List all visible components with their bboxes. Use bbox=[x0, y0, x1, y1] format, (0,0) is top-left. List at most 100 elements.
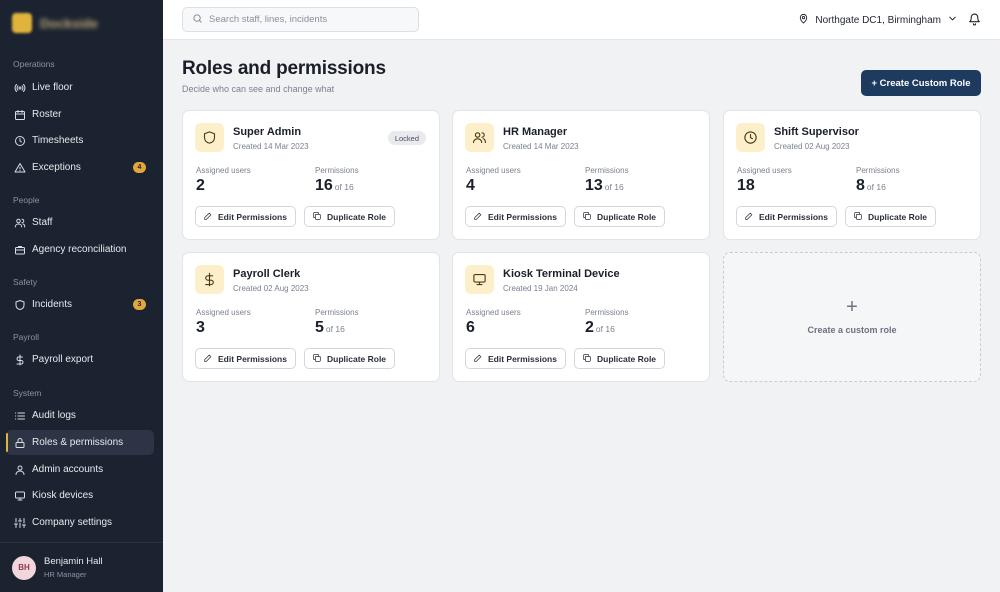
site-name: Northgate DC1, Birmingham bbox=[815, 14, 941, 26]
dollar-icon bbox=[13, 353, 26, 366]
bell-icon[interactable] bbox=[968, 13, 981, 26]
edit-permissions-button[interactable]: Edit Permissions bbox=[465, 206, 566, 227]
permissions-granted: 5 bbox=[315, 319, 324, 336]
duplicate-role-button[interactable]: Duplicate Role bbox=[845, 206, 937, 227]
button-label: Edit Permissions bbox=[759, 211, 828, 222]
duplicate-role-button[interactable]: Duplicate Role bbox=[304, 206, 396, 227]
sidebar-item-exceptions[interactable]: Exceptions 4 bbox=[6, 155, 154, 180]
clock-icon bbox=[736, 123, 765, 152]
create-custom-role-button[interactable]: + Create Custom Role bbox=[861, 70, 981, 96]
permissions-label: Permissions bbox=[585, 308, 629, 317]
permissions-granted: 2 bbox=[585, 319, 594, 336]
permissions-granted: 8 bbox=[856, 177, 865, 194]
search-input[interactable] bbox=[209, 14, 409, 25]
sidebar-item-live-floor[interactable]: Live floor bbox=[6, 75, 154, 100]
copy-icon bbox=[582, 211, 592, 223]
copy-icon bbox=[582, 353, 592, 365]
copy-icon bbox=[312, 211, 322, 223]
user-profile[interactable]: BH Benjamin Hall HR Manager bbox=[0, 542, 163, 592]
sidebar-item-timesheets[interactable]: Timesheets bbox=[6, 128, 154, 153]
site-selector[interactable]: Northgate DC1, Birmingham bbox=[798, 13, 958, 27]
create-custom-role-label: Create a custom role bbox=[807, 325, 897, 335]
assigned-users-label: Assigned users bbox=[196, 166, 251, 175]
duplicate-role-button[interactable]: Duplicate Role bbox=[574, 206, 666, 227]
sidebar-item-roster[interactable]: Roster bbox=[6, 102, 154, 127]
list-icon bbox=[13, 409, 26, 422]
section-label-safety: Safety bbox=[13, 277, 38, 287]
sidebar-item-company-settings[interactable]: Company settings bbox=[6, 510, 154, 535]
role-card: HR Manager Created 14 Mar 2023 Assigned … bbox=[452, 110, 710, 240]
alert-triangle-icon bbox=[13, 161, 26, 174]
pencil-icon bbox=[203, 211, 213, 223]
page-title: Roles and permissions bbox=[182, 58, 386, 79]
role-created-date: Created 19 Jan 2024 bbox=[503, 284, 578, 293]
sidebar-item-staff[interactable]: Staff bbox=[6, 210, 154, 235]
monitor-icon bbox=[13, 489, 26, 502]
edit-permissions-button[interactable]: Edit Permissions bbox=[465, 348, 566, 369]
sidebar-item-kiosk-devices[interactable]: Kiosk devices bbox=[6, 483, 154, 508]
button-label: Edit Permissions bbox=[218, 211, 287, 222]
sidebar-item-incidents[interactable]: Incidents 3 bbox=[6, 292, 154, 317]
permissions-label: Permissions bbox=[585, 166, 629, 175]
sidebar-item-payroll-export[interactable]: Payroll export bbox=[6, 347, 154, 372]
sidebar-item-admin-accounts[interactable]: Admin accounts bbox=[6, 457, 154, 482]
assigned-users-label: Assigned users bbox=[466, 166, 521, 175]
edit-permissions-button[interactable]: Edit Permissions bbox=[195, 348, 296, 369]
permissions-label: Permissions bbox=[856, 166, 900, 175]
role-name: Shift Supervisor bbox=[774, 126, 859, 138]
clock-icon bbox=[13, 134, 26, 147]
chevron-down-icon bbox=[947, 13, 958, 27]
search-box[interactable] bbox=[182, 7, 419, 32]
copy-icon bbox=[853, 211, 863, 223]
permissions-count: 5 of 16 bbox=[315, 319, 345, 337]
pencil-icon bbox=[473, 211, 483, 223]
sidebar-item-label: Admin accounts bbox=[32, 464, 104, 475]
sidebar-item-label: Agency reconciliation bbox=[32, 244, 127, 255]
sidebar-item-label: Audit logs bbox=[32, 410, 76, 421]
role-created-date: Created 02 Aug 2023 bbox=[233, 284, 309, 293]
sidebar-item-label: Staff bbox=[32, 217, 53, 228]
duplicate-role-button[interactable]: Duplicate Role bbox=[304, 348, 396, 369]
assigned-users-count: 2 bbox=[196, 177, 205, 194]
sidebar-item-audit-logs[interactable]: Audit logs bbox=[6, 403, 154, 428]
edit-permissions-button[interactable]: Edit Permissions bbox=[736, 206, 837, 227]
shield-icon bbox=[195, 123, 224, 152]
assigned-users-count: 6 bbox=[466, 319, 475, 336]
pencil-icon bbox=[203, 353, 213, 365]
role-card: Super Admin Created 14 Mar 2023 Locked A… bbox=[182, 110, 440, 240]
edit-permissions-button[interactable]: Edit Permissions bbox=[195, 206, 296, 227]
plus-icon: + bbox=[846, 296, 858, 318]
briefcase-icon bbox=[13, 243, 26, 256]
permissions-granted: 13 bbox=[585, 177, 603, 194]
role-name: Super Admin bbox=[233, 126, 302, 138]
map-pin-icon bbox=[798, 13, 809, 27]
role-created-date: Created 14 Mar 2023 bbox=[233, 142, 309, 151]
locked-badge: Locked bbox=[387, 131, 426, 145]
role-name: Kiosk Terminal Device bbox=[503, 268, 620, 280]
sidebar-item-roles-permissions[interactable]: Roles & permissions bbox=[6, 430, 154, 455]
duplicate-role-button[interactable]: Duplicate Role bbox=[574, 348, 666, 369]
pencil-icon bbox=[744, 211, 754, 223]
brand[interactable]: Dockside bbox=[12, 13, 98, 33]
section-label-people: People bbox=[13, 195, 40, 205]
user-name: Benjamin Hall bbox=[44, 556, 103, 567]
sliders-icon bbox=[13, 516, 26, 529]
permissions-total: of 16 bbox=[334, 182, 354, 192]
sidebar: Dockside Operations Live floor Roster Ti… bbox=[0, 0, 163, 592]
sidebar-item-label: Company settings bbox=[32, 517, 113, 528]
permissions-count: 13 of 16 bbox=[585, 177, 624, 195]
user-icon bbox=[13, 463, 26, 476]
permissions-total: of 16 bbox=[595, 324, 615, 334]
sidebar-item-label: Exceptions bbox=[32, 162, 81, 173]
permissions-total: of 16 bbox=[866, 182, 886, 192]
users-icon bbox=[13, 216, 26, 229]
sidebar-item-agency-reconciliation[interactable]: Agency reconciliation bbox=[6, 237, 154, 262]
sidebar-item-label: Live floor bbox=[32, 82, 73, 93]
permissions-count: 2 of 16 bbox=[585, 319, 615, 337]
assigned-users-count: 4 bbox=[466, 177, 475, 194]
create-custom-role-card[interactable]: + Create a custom role bbox=[723, 252, 981, 382]
brand-name: Dockside bbox=[40, 15, 98, 31]
permissions-count: 16 of 16 bbox=[315, 177, 354, 195]
assigned-users-label: Assigned users bbox=[196, 308, 251, 317]
permissions-total: of 16 bbox=[604, 182, 624, 192]
